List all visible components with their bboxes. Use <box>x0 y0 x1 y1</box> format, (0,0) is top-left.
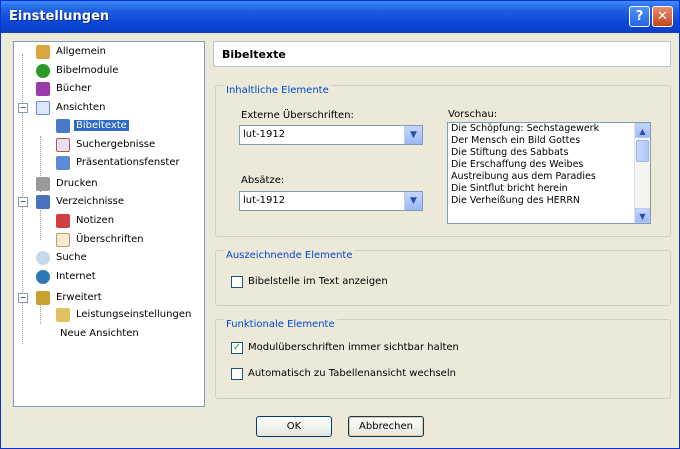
auto-table-checkbox[interactable] <box>231 368 243 380</box>
preview-scrollbar[interactable]: ▲ ▼ <box>634 123 650 223</box>
settings-dialog: Einstellungen ? ✕ − − − Allgemein Bibelm… <box>0 0 680 449</box>
internet-globe-icon <box>36 270 50 284</box>
keep-headings-checkbox[interactable]: ✓ <box>231 342 243 354</box>
expander-verzeichnisse[interactable]: − <box>18 197 28 207</box>
tree-item-bibelmodule[interactable]: Bibelmodule <box>36 63 120 79</box>
pencil-icon <box>36 45 50 59</box>
paragraphs-value: lut-1912 <box>243 195 286 206</box>
tree-item-bibeltexte[interactable]: Bibeltexte <box>56 118 129 134</box>
title-bar[interactable]: Einstellungen ? ✕ <box>1 1 679 33</box>
chevron-down-icon[interactable]: ▼ <box>404 126 422 144</box>
preview-label: Vorschau: <box>448 109 498 120</box>
paragraphs-select[interactable]: lut-1912 ▼ <box>239 191 423 211</box>
preview-line: Die Verheißung des HERRN <box>451 195 581 206</box>
preview-line: Austreibung aus dem Paradies <box>451 171 596 182</box>
chevron-down-icon[interactable]: ▼ <box>404 192 422 210</box>
presentation-icon <box>56 156 70 170</box>
help-button[interactable]: ? <box>629 6 650 27</box>
scroll-up-icon[interactable]: ▲ <box>635 123 650 138</box>
window-title: Einstellungen <box>9 9 110 24</box>
tree-item-ansichten[interactable]: Ansichten <box>36 100 107 116</box>
printer-icon <box>36 177 50 191</box>
panel-header: Bibeltexte <box>213 41 671 67</box>
tree-item-drucken[interactable]: Drucken <box>36 176 100 192</box>
books-icon <box>36 82 50 96</box>
headings-icon <box>56 233 70 247</box>
notes-icon <box>56 214 70 228</box>
tree-item-verzeichnisse[interactable]: Verzeichnisse <box>36 194 126 210</box>
tree-item-allgemein[interactable]: Allgemein <box>36 44 108 60</box>
content-elements-legend: Inhaltliche Elemente <box>224 85 331 96</box>
external-headings-label: Externe Überschriften: <box>241 110 354 121</box>
scroll-thumb[interactable] <box>636 140 649 162</box>
paragraphs-label: Absätze: <box>241 175 285 186</box>
show-verse-label[interactable]: Bibelstelle im Text anzeigen <box>248 276 388 287</box>
ok-button[interactable]: OK <box>256 416 332 437</box>
tree-item-erweitert[interactable]: Erweitert <box>36 290 104 306</box>
tree-line <box>40 210 41 240</box>
performance-icon <box>56 308 70 322</box>
directory-icon <box>36 195 50 209</box>
preview-line: Der Mensch ein Bild Gottes <box>451 135 581 146</box>
tree-item-suche[interactable]: Suche <box>36 250 89 266</box>
tree-item-praesentationsfenster[interactable]: Präsentationsfenster <box>56 155 182 171</box>
search-results-icon <box>56 138 70 152</box>
globe-green-icon <box>36 64 50 78</box>
preview-line: Die Stiftung des Sabbats <box>451 147 569 158</box>
functional-elements-legend: Funktionale Elemente <box>224 319 337 330</box>
show-verse-checkbox[interactable] <box>231 276 243 288</box>
tree-item-buecher[interactable]: Bücher <box>36 81 93 97</box>
preview-list[interactable]: Die Schöpfung: Sechstagewerk Der Mensch … <box>447 122 651 224</box>
preview-line: Die Erschaffung des Weibes <box>451 159 584 170</box>
marking-elements-legend: Auszeichnende Elemente <box>224 250 355 261</box>
tree-item-ueberschriften[interactable]: Überschriften <box>56 232 146 248</box>
tree-item-notizen[interactable]: Notizen <box>56 213 116 229</box>
close-button[interactable]: ✕ <box>652 6 673 27</box>
preview-line: Die Sintflut bricht herein <box>451 183 568 194</box>
advanced-icon <box>36 291 50 305</box>
auto-table-label[interactable]: Automatisch zu Tabellenansicht wechseln <box>248 368 456 379</box>
magnifier-icon <box>36 251 50 265</box>
expander-ansichten[interactable]: − <box>18 103 28 113</box>
tree-item-internet[interactable]: Internet <box>36 269 98 285</box>
bibletext-icon <box>56 119 70 133</box>
page-icon <box>36 101 50 115</box>
tree-item-leistungseinstellungen[interactable]: Leistungseinstellungen <box>56 307 193 323</box>
preview-line: Die Schöpfung: Sechstagewerk <box>451 123 600 134</box>
scroll-down-icon[interactable]: ▼ <box>635 208 650 223</box>
settings-tree[interactable]: − − − Allgemein Bibelmodule Bücher Ansic… <box>13 41 205 407</box>
tree-item-neue-ansichten[interactable]: Neue Ansichten <box>58 326 141 342</box>
keep-headings-label[interactable]: Modulüberschriften immer sichtbar halten <box>248 342 459 353</box>
panel-title: Bibeltexte <box>222 48 286 61</box>
expander-erweitert[interactable]: − <box>18 293 28 303</box>
cancel-button[interactable]: Abbrechen <box>348 416 424 437</box>
tree-item-suchergebnisse[interactable]: Suchergebnisse <box>56 137 157 153</box>
external-headings-value: lut-1912 <box>243 129 286 140</box>
functional-elements-group: Funktionale Elemente <box>215 319 671 399</box>
external-headings-select[interactable]: lut-1912 ▼ <box>239 125 423 145</box>
checkmark-icon: ✓ <box>232 342 242 353</box>
